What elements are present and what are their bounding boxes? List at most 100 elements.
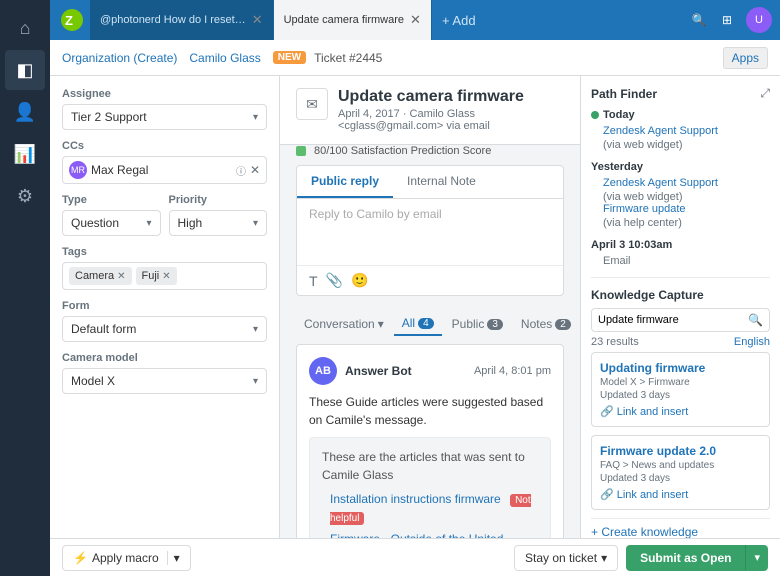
priority-label: Priority: [169, 194, 268, 206]
answerbot-message: AB Answer Bot April 4, 8:01 pm These Gui…: [296, 344, 564, 538]
tab-add-button[interactable]: + Add: [432, 0, 486, 40]
knowledge-card-1-link[interactable]: 🔗 Link and insert: [600, 405, 761, 418]
apps-button[interactable]: Apps: [723, 47, 768, 69]
topbar-icons: 🔍 ⊞ U: [690, 7, 772, 33]
satisfaction-text: 80/100 Satisfaction Prediction Score: [314, 145, 491, 157]
tag-fuji-remove[interactable]: ✕: [162, 271, 170, 282]
grid-icon[interactable]: ⊞: [718, 11, 736, 29]
ticket-title: Update camera firmware: [338, 88, 564, 106]
knowledge-card-2-sub: FAQ > News and updates: [600, 460, 761, 471]
knowledge-count: 23 results: [591, 336, 639, 348]
public-tab[interactable]: Public 3: [444, 313, 511, 335]
path-today-label: Today: [591, 109, 770, 121]
stay-chevron-icon: ▾: [601, 551, 607, 565]
text-format-icon[interactable]: T: [309, 273, 318, 289]
answerbot-subcard: These are the articles that was sent to …: [309, 437, 551, 538]
conversation-area: Conversation ▾ All 4 Public 3 Notes: [280, 304, 580, 538]
path-yesterday-section: Yesterday Zendesk Agent Support (via web…: [591, 161, 770, 229]
path-today-via-1: (via web widget): [591, 139, 770, 151]
apply-macro-button[interactable]: ⚡ Apply macro ▾: [62, 545, 191, 571]
path-today-dot: [591, 111, 599, 119]
cc-remove-icon[interactable]: ✕: [250, 163, 260, 177]
answerbot-header: AB Answer Bot April 4, 8:01 pm: [309, 357, 551, 385]
conversation-tab[interactable]: Conversation ▾: [296, 313, 392, 335]
nav-settings-icon[interactable]: ⚙: [5, 176, 45, 216]
submit-main-label[interactable]: Submit as Open: [626, 545, 745, 571]
org-link[interactable]: Organization (Create): [62, 51, 177, 65]
assignee-select[interactable]: Tier 2 Support ▾: [62, 104, 267, 130]
submit-button[interactable]: Submit as Open ▾: [626, 545, 768, 571]
path-yesterday-label: Yesterday: [591, 161, 770, 173]
type-value: Question: [71, 216, 119, 230]
path-april-section: April 3 10:03am Email: [591, 239, 770, 267]
attachment-icon[interactable]: 📎: [326, 272, 343, 289]
knowledge-card-1-updated: Updated 3 days: [600, 390, 761, 401]
priority-value: High: [178, 216, 203, 230]
apply-macro-icon: ⚡: [73, 551, 88, 565]
all-badge: 4: [418, 318, 434, 329]
ccs-label: CCs: [62, 140, 267, 152]
create-knowledge-button[interactable]: + Create knowledge: [591, 518, 770, 538]
form-select[interactable]: Default form ▾: [62, 316, 267, 342]
knowledge-results: 23 results English: [591, 336, 770, 348]
reply-toolbar: T 📎 🙂: [297, 265, 563, 295]
form-value: Default form: [71, 322, 136, 336]
knowledge-search-field[interactable]: 🔍: [591, 308, 770, 332]
subnav: Organization (Create) Camilo Glass NEW T…: [50, 40, 780, 76]
camilo-link[interactable]: Camilo Glass: [189, 51, 260, 65]
knowledge-search-input[interactable]: [598, 314, 748, 326]
all-tab[interactable]: All 4: [394, 312, 442, 336]
path-yesterday-item-1[interactable]: Zendesk Agent Support: [591, 177, 770, 189]
apply-macro-chevron-icon[interactable]: ▾: [167, 551, 180, 565]
conversation-chevron-icon: ▾: [378, 317, 384, 331]
knowledge-lang[interactable]: English: [734, 336, 770, 348]
type-select[interactable]: Question ▾: [62, 210, 161, 236]
knowledge-card-2-link[interactable]: 🔗 Link and insert: [600, 488, 761, 501]
tab-ticket-2445-title: Update camera firmware: [284, 14, 404, 26]
path-april-label: April 3 10:03am: [591, 239, 770, 251]
article-link-1[interactable]: Installation instructions firmware: [330, 492, 501, 506]
tab-ticket-2445-close[interactable]: ✕: [410, 12, 421, 28]
submit-chevron-icon[interactable]: ▾: [745, 545, 768, 570]
nav-users-icon[interactable]: 👤: [5, 92, 45, 132]
ticket-meta: April 4, 2017 · Camilo Glass <cglass@gma…: [338, 108, 564, 132]
knowledge-card-1-title[interactable]: Updating firmware: [600, 361, 761, 375]
left-navigation: ⌂ ◧ 👤 📊 ⚙: [0, 0, 50, 576]
stay-on-ticket-button[interactable]: Stay on ticket ▾: [514, 545, 618, 571]
priority-group: Priority High ▾: [169, 194, 268, 236]
knowledge-card-2-title[interactable]: Firmware update 2.0: [600, 444, 761, 458]
cc-info-icon[interactable]: ⓘ: [236, 163, 246, 178]
article-item-1: Installation instructions firmware Not h…: [330, 490, 538, 526]
email-icon: ✉: [296, 88, 328, 120]
nav-home-icon[interactable]: ⌂: [5, 8, 45, 48]
nav-tickets-icon[interactable]: ◧: [5, 50, 45, 90]
avatar-icon[interactable]: U: [746, 7, 772, 33]
ticket-header: ✉ Update camera firmware April 4, 2017 ·…: [280, 76, 580, 145]
internal-note-tab[interactable]: Internal Note: [393, 166, 490, 198]
path-april-text: April 3 10:03am: [591, 239, 672, 251]
ticket-label: Ticket #2445: [314, 51, 382, 65]
path-today-item-1[interactable]: Zendesk Agent Support: [591, 125, 770, 137]
emoji-icon[interactable]: 🙂: [351, 272, 368, 289]
knowledge-search-icon: 🔍: [748, 313, 763, 327]
nav-reports-icon[interactable]: 📊: [5, 134, 45, 174]
path-finder-expand-icon[interactable]: ⤢: [760, 86, 770, 101]
reply-body[interactable]: Reply to Camilo by email: [297, 199, 563, 265]
brand-logo: Z: [58, 6, 86, 34]
answerbot-sender: Answer Bot: [345, 364, 412, 378]
tab-ticket-2445[interactable]: Update camera firmware ✕: [274, 0, 432, 40]
tab-ticket-888-close[interactable]: ✕: [252, 12, 263, 28]
sidebar: Assignee Tier 2 Support ▾ CCs MR Max Reg…: [50, 76, 280, 538]
tab-ticket-888[interactable]: @photonerd How do I reset… ✕: [90, 0, 274, 40]
path-today-text: Today: [603, 109, 635, 121]
notes-tab[interactable]: Notes 2: [513, 313, 579, 335]
public-reply-tab[interactable]: Public reply: [297, 166, 393, 198]
priority-select[interactable]: High ▾: [169, 210, 268, 236]
tag-camera-remove[interactable]: ✕: [117, 271, 125, 282]
search-icon[interactable]: 🔍: [690, 11, 708, 29]
article-item-2: Firmware - Outside of the United States: [330, 530, 538, 538]
path-yesterday-item-2[interactable]: Firmware update: [591, 203, 770, 215]
knowledge-section: Knowledge Capture 🔍 23 results English U…: [591, 277, 770, 538]
camera-model-select[interactable]: Model X ▾: [62, 368, 267, 394]
type-label: Type: [62, 194, 161, 206]
